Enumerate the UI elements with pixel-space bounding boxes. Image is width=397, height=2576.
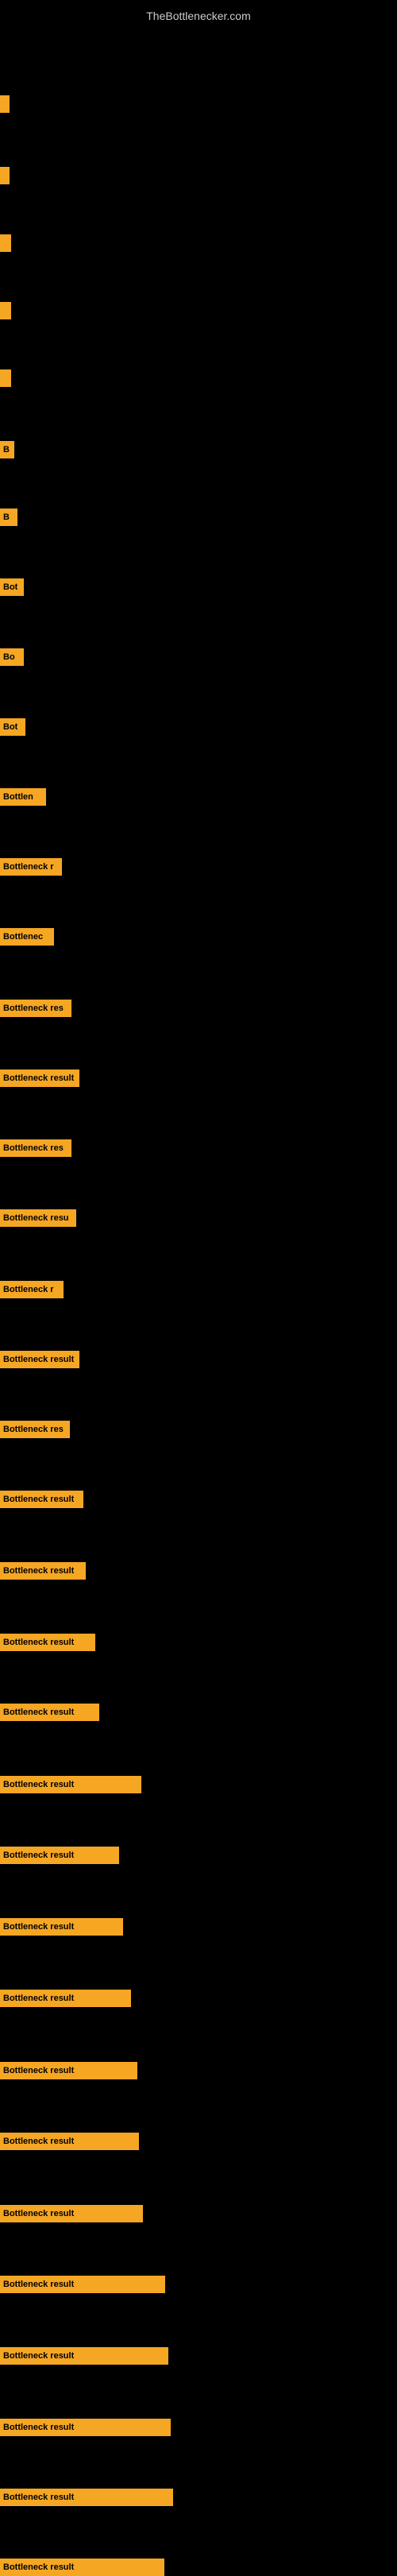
bar-item bbox=[0, 302, 11, 319]
bottleneck-bar: Bottleneck result bbox=[0, 1351, 79, 1368]
bar-item: B bbox=[0, 441, 14, 458]
bar-item: Bottleneck result bbox=[0, 2347, 168, 2365]
bar-item: Bottleneck result bbox=[0, 1847, 119, 1864]
bottleneck-bar: Bottleneck result bbox=[0, 2062, 137, 2079]
bar-item: Bottleneck result bbox=[0, 2062, 137, 2079]
bar-item: Bottleneck result bbox=[0, 1351, 79, 1368]
bottleneck-bar: Bottleneck resu bbox=[0, 1209, 76, 1227]
bottleneck-bar: Bottleneck result bbox=[0, 2133, 139, 2150]
bottleneck-bar: Bottleneck result bbox=[0, 1918, 123, 1936]
site-title: TheBottlenecker.com bbox=[0, 3, 397, 25]
bar-item bbox=[0, 167, 10, 184]
bottleneck-bar: Bottleneck result bbox=[0, 1634, 95, 1651]
bottleneck-bar: Bottleneck result bbox=[0, 2205, 143, 2222]
bottleneck-bar: Bottlenec bbox=[0, 928, 54, 946]
bottleneck-bar: Bottleneck result bbox=[0, 1491, 83, 1508]
bottleneck-bar: Bo bbox=[0, 648, 24, 666]
bar-item: Bot bbox=[0, 718, 25, 736]
bar-item: Bottleneck result bbox=[0, 1562, 86, 1580]
bottleneck-bar bbox=[0, 167, 10, 184]
bar-item: Bottleneck result bbox=[0, 2205, 143, 2222]
bottleneck-bar: Bottlen bbox=[0, 788, 46, 806]
bottleneck-bar: Bottleneck result bbox=[0, 1776, 141, 1793]
bottleneck-bar: Bot bbox=[0, 578, 24, 596]
bottleneck-bar: Bottleneck result bbox=[0, 2559, 164, 2576]
bottleneck-bar: Bottleneck result bbox=[0, 2419, 171, 2436]
bar-item: Bottleneck result bbox=[0, 2559, 164, 2576]
bar-item: Bottleneck res bbox=[0, 1139, 71, 1157]
bottleneck-bar: B bbox=[0, 509, 17, 526]
bottleneck-bar: Bottleneck result bbox=[0, 2489, 173, 2506]
bar-item: Bottleneck result bbox=[0, 2489, 173, 2506]
bar-item: Bottleneck result bbox=[0, 2133, 139, 2150]
bar-item: Bottlen bbox=[0, 788, 46, 806]
bar-item bbox=[0, 234, 11, 252]
bottleneck-bar: Bottleneck res bbox=[0, 1000, 71, 1017]
bottleneck-bar bbox=[0, 302, 11, 319]
bar-item: Bot bbox=[0, 578, 24, 596]
bottleneck-bar: B bbox=[0, 441, 14, 458]
bar-item: Bottlenec bbox=[0, 928, 54, 946]
bar-item: Bottleneck result bbox=[0, 1491, 83, 1508]
bar-item bbox=[0, 369, 11, 387]
bottleneck-bar: Bottleneck result bbox=[0, 1990, 131, 2007]
bar-item: Bottleneck result bbox=[0, 2276, 165, 2293]
bottleneck-bar: Bottleneck r bbox=[0, 858, 62, 876]
bottleneck-bar bbox=[0, 95, 10, 113]
bar-item: Bo bbox=[0, 648, 24, 666]
bottleneck-bar: Bottleneck res bbox=[0, 1139, 71, 1157]
bottleneck-bar: Bottleneck result bbox=[0, 2347, 168, 2365]
bar-item: Bottleneck resu bbox=[0, 1209, 76, 1227]
bottleneck-bar: Bottleneck result bbox=[0, 1704, 99, 1721]
bar-item: Bottleneck result bbox=[0, 1634, 95, 1651]
bottleneck-bar bbox=[0, 369, 11, 387]
bottleneck-bar: Bottleneck result bbox=[0, 2276, 165, 2293]
bottleneck-bar: Bottleneck res bbox=[0, 1421, 70, 1438]
bottleneck-bar bbox=[0, 234, 11, 252]
bottleneck-bar: Bot bbox=[0, 718, 25, 736]
bar-item: Bottleneck result bbox=[0, 1704, 99, 1721]
bottleneck-bar: Bottleneck result bbox=[0, 1562, 86, 1580]
bottleneck-bar: Bottleneck result bbox=[0, 1069, 79, 1087]
bar-item bbox=[0, 95, 10, 113]
bar-item: Bottleneck result bbox=[0, 1776, 141, 1793]
bar-item: Bottleneck result bbox=[0, 2419, 171, 2436]
bar-item: Bottleneck result bbox=[0, 1990, 131, 2007]
bottleneck-bar: Bottleneck r bbox=[0, 1281, 64, 1298]
bar-item: Bottleneck result bbox=[0, 1069, 79, 1087]
bar-item: Bottleneck result bbox=[0, 1918, 123, 1936]
bar-item: Bottleneck r bbox=[0, 858, 62, 876]
bar-item: B bbox=[0, 509, 17, 526]
bar-item: Bottleneck res bbox=[0, 1000, 71, 1017]
bar-item: Bottleneck r bbox=[0, 1281, 64, 1298]
bar-item: Bottleneck res bbox=[0, 1421, 70, 1438]
bottleneck-bar: Bottleneck result bbox=[0, 1847, 119, 1864]
